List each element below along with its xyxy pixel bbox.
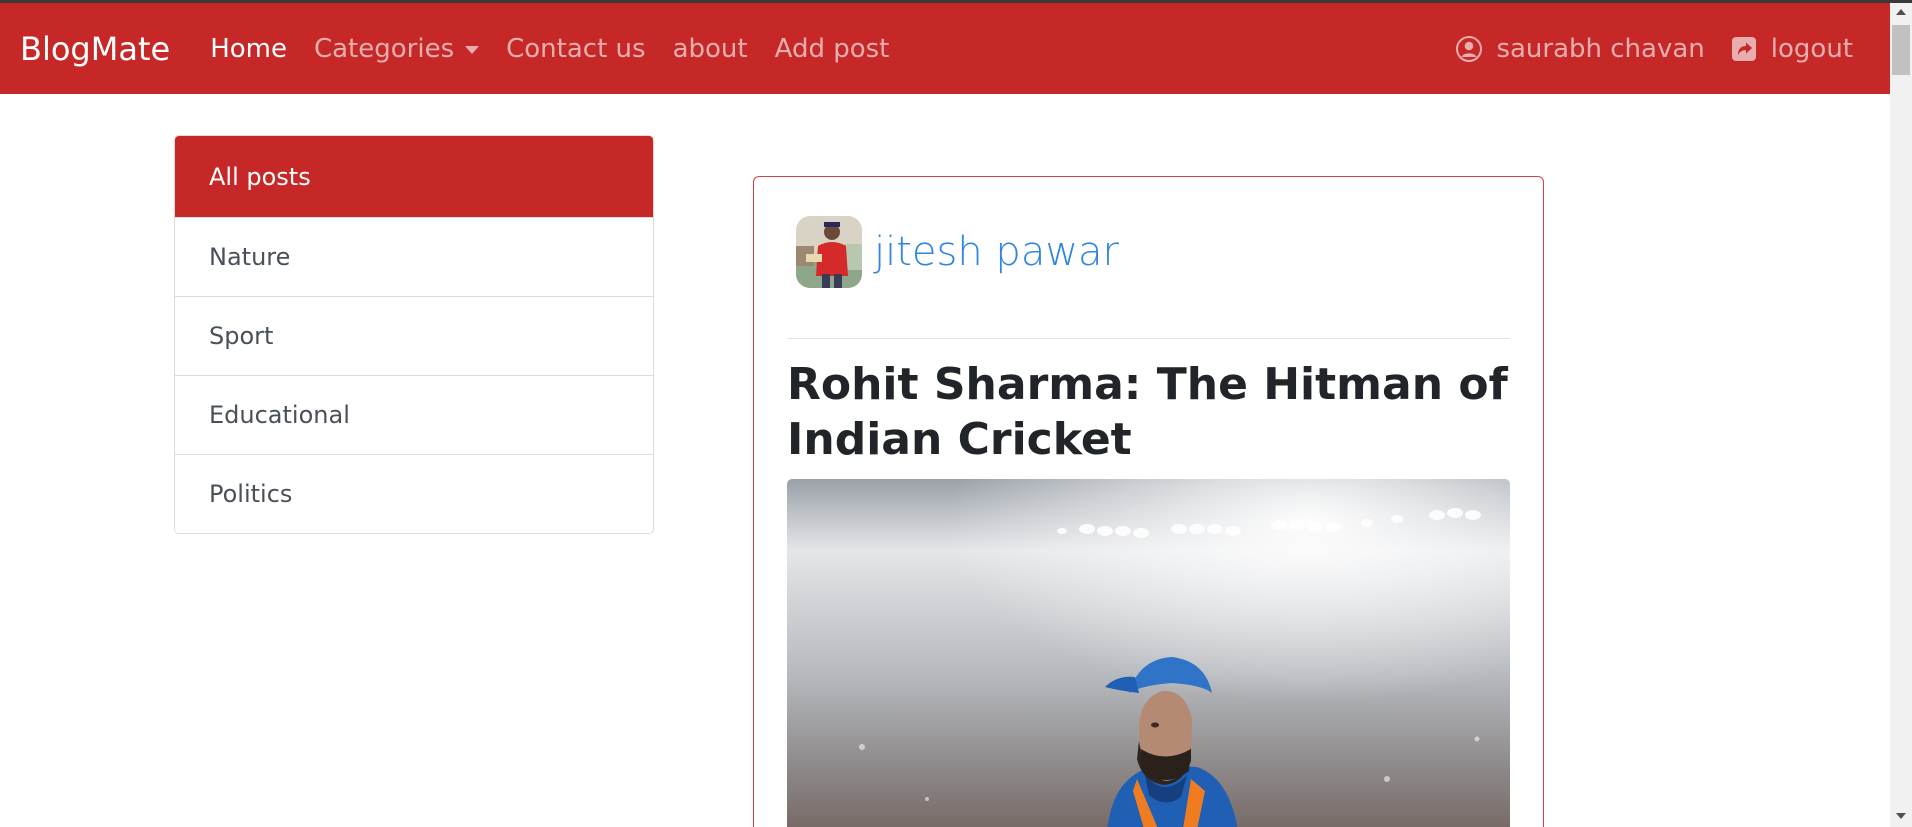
user-name: saurabh chavan [1496,33,1705,64]
author-avatar[interactable] [796,216,862,288]
category-sport[interactable]: Sport [175,296,653,375]
author-name-link[interactable]: jitesh pawar [874,229,1119,275]
nav-logout[interactable]: logout [1731,34,1853,64]
logout-label: logout [1770,33,1853,64]
caret-down-icon [465,46,480,54]
scroll-up-arrow-icon[interactable] [1896,9,1906,15]
nav-about[interactable]: about [673,34,748,64]
nav-home[interactable]: Home [210,34,287,64]
nav-user-profile[interactable]: saurabh chavan [1456,33,1705,64]
nav-categories-dropdown[interactable]: Categories [313,33,480,64]
post-title: Rohit Sharma: The Hitman of Indian Crick… [787,359,1508,465]
category-educational[interactable]: Educational [175,375,653,454]
nav-categories-label: Categories [313,33,455,64]
navbar: BlogMate Home Categories Contact us abou… [0,3,1890,94]
author-avatar-image [796,216,862,288]
share-square-icon [1731,36,1756,61]
user-circle-icon [1456,35,1483,62]
nav-add-post[interactable]: Add post [775,34,890,64]
post-image [787,479,1510,827]
post-card: jitesh pawar Rohit Sharma: The Hitman of… [753,176,1544,827]
category-list: All posts Nature Sport Educational Polit… [174,135,654,534]
navbar-user-area: saurabh chavan logout [1430,3,1853,94]
page-scrollbar[interactable] [1890,3,1912,827]
scrollbar-thumb[interactable] [1892,25,1910,75]
category-nature[interactable]: Nature [175,217,653,296]
post-author-row: jitesh pawar [796,216,1119,288]
post-image-photo [787,479,1510,827]
scroll-down-arrow-icon[interactable] [1896,813,1906,819]
nav-contact[interactable]: Contact us [506,34,645,64]
category-all-posts[interactable]: All posts [175,136,653,217]
brand-logo[interactable]: BlogMate [20,30,170,68]
category-politics[interactable]: Politics [175,454,653,533]
post-divider [787,338,1510,339]
